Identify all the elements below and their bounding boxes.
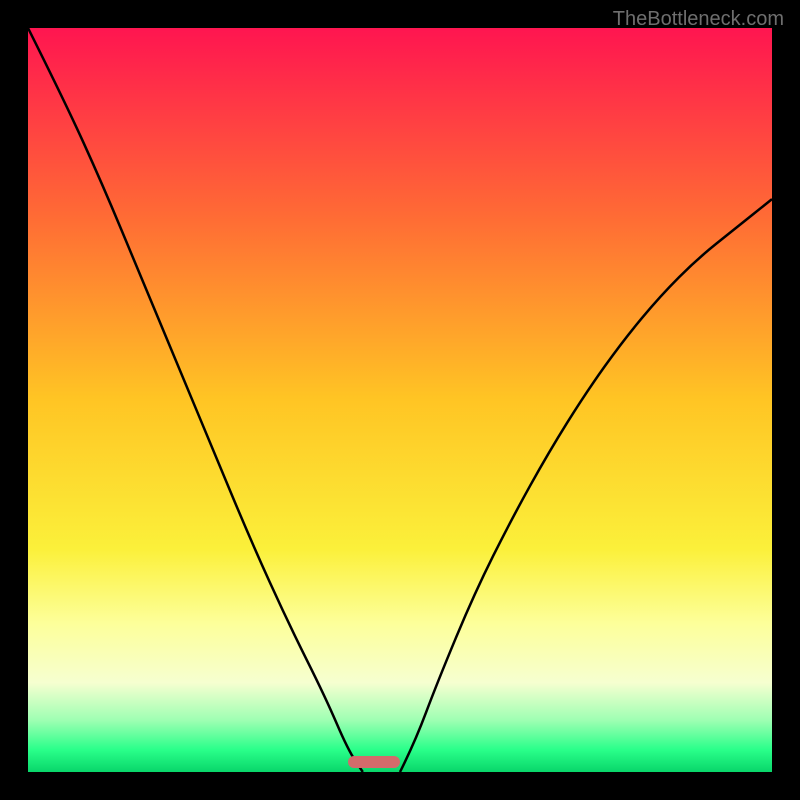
watermark-text: TheBottleneck.com: [613, 8, 784, 31]
curve-right: [400, 199, 772, 772]
chart-curves-svg: [28, 28, 772, 772]
chart-plot-area: [28, 28, 772, 772]
curve-left: [28, 28, 363, 772]
